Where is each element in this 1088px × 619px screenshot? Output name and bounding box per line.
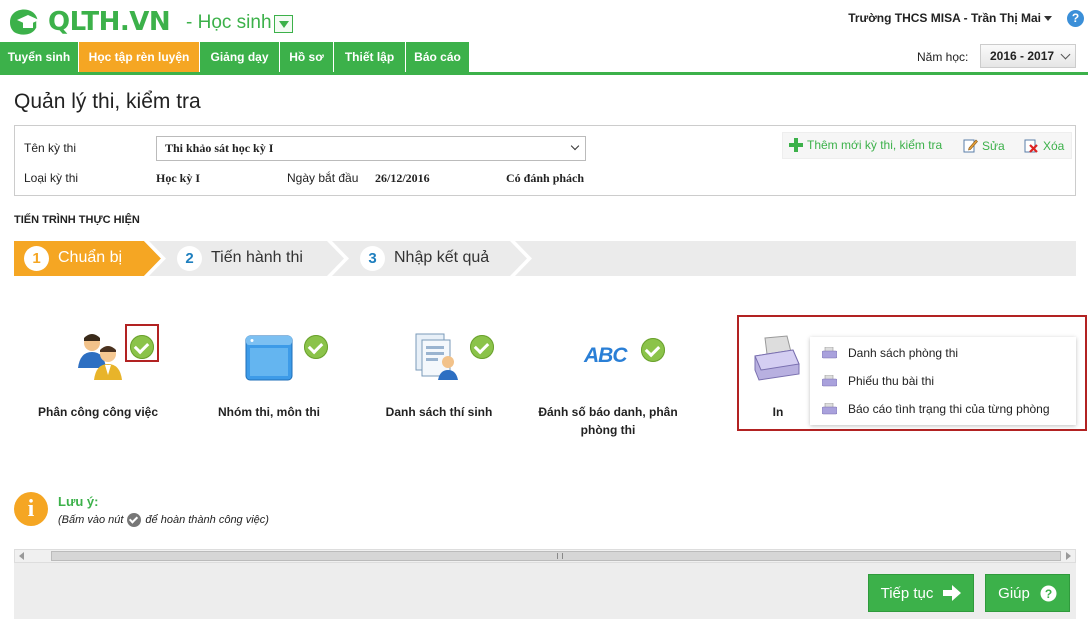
start-date-value: 26/12/2016 xyxy=(375,171,430,185)
complete-check-icon[interactable] xyxy=(470,335,494,359)
edit-exam-button[interactable]: Sửa xyxy=(963,138,1005,153)
question-circle-icon: ? xyxy=(1040,585,1057,601)
plus-icon xyxy=(789,138,803,152)
exam-info-panel: Tên kỳ thi Thi khảo sát học kỳ I Loại kỳ… xyxy=(14,125,1076,196)
nav-tab-thiet-lap[interactable]: Thiết lập xyxy=(334,42,406,72)
complete-check-icon[interactable] xyxy=(304,335,328,359)
chevron-down-icon xyxy=(570,141,580,151)
print-menu-item-room-status-report[interactable]: Báo cáo tình trạng thi của từng phòng xyxy=(822,402,1050,416)
logo[interactable]: QLTH.VN xyxy=(6,6,171,38)
note-text: (Bấm vào nút để hoàn thành công việc) xyxy=(58,513,269,527)
sealing-status: Có đánh phách xyxy=(506,171,585,185)
nav-tab-bao-cao[interactable]: Báo cáo xyxy=(406,42,470,72)
users-assign-icon[interactable] xyxy=(76,330,124,382)
exam-name-select[interactable]: Thi khảo sát học kỳ I xyxy=(156,136,586,161)
school-year-label: Năm học: xyxy=(917,50,969,64)
svg-text:?: ? xyxy=(1045,587,1052,601)
complete-check-icon[interactable] xyxy=(130,335,154,359)
scroll-left-arrow-icon[interactable] xyxy=(19,552,24,560)
exam-name-value: Thi khảo sát học kỳ I xyxy=(165,141,274,155)
page-title: Quản lý thi, kiểm tra xyxy=(14,90,201,113)
role-label: - Học sinh xyxy=(186,12,272,33)
nav-tab-giang-day[interactable]: Giảng dạy xyxy=(200,42,280,72)
brand-name: QLTH.VN xyxy=(48,7,171,37)
print-menu-label: Báo cáo tình trạng thi của từng phòng xyxy=(848,402,1050,416)
step-1-number: 1 xyxy=(24,246,49,271)
app-root: QLTH.VN - Học sinh Trường THCS MISA - Tr… xyxy=(0,0,1088,619)
user-menu[interactable]: Trường THCS MISA - Trần Thị Mai xyxy=(848,11,1052,25)
process-title: TIẾN TRÌNH THỰC HIỆN xyxy=(14,214,140,226)
print-menu-item-room-list[interactable]: Danh sách phòng thi xyxy=(822,346,958,360)
start-date-label: Ngày bắt đầu xyxy=(287,171,359,185)
exam-actions-toolbar: Thêm mới kỳ thi, kiểm tra Sửa Xóa xyxy=(782,132,1072,159)
continue-button[interactable]: Tiếp tục xyxy=(868,574,974,612)
task-numbering-label[interactable]: Đánh số báo danh, phân phòng thi xyxy=(532,403,684,439)
small-printer-icon xyxy=(822,402,837,414)
delete-exam-button[interactable]: Xóa xyxy=(1024,138,1064,153)
delete-exam-label: Xóa xyxy=(1043,138,1065,153)
note-text-before: (Bấm vào nút xyxy=(58,514,124,526)
student-list-icon[interactable] xyxy=(412,330,462,382)
step-2-number: 2 xyxy=(177,246,202,271)
delete-x-icon xyxy=(1024,139,1038,153)
note-title: Lưu ý: xyxy=(58,494,99,509)
nav-tab-hoc-tap-ren-luyen[interactable]: Học tập rèn luyện xyxy=(79,42,200,72)
task-print-label[interactable]: In xyxy=(763,403,793,421)
step-3-number: 3 xyxy=(360,246,385,271)
grip-icon xyxy=(557,553,563,559)
step-2-label[interactable]: Tiến hành thi xyxy=(211,249,303,267)
scroll-right-arrow-icon[interactable] xyxy=(1066,552,1071,560)
small-printer-icon xyxy=(822,346,837,358)
exam-name-label: Tên kỳ thi xyxy=(24,141,77,155)
step-3-label[interactable]: Nhập kết quả xyxy=(394,249,489,267)
print-menu: Danh sách phòng thi Phiếu thu bài thi Bá… xyxy=(810,337,1076,425)
stepper-chevrons xyxy=(14,241,532,276)
caret-down-icon xyxy=(1044,16,1052,22)
process-stepper: 1 Chuẩn bị 2 Tiến hành thi 3 Nhập kết qu… xyxy=(14,241,1076,276)
help-icon[interactable]: ? xyxy=(1067,10,1084,27)
exam-type-label: Loại kỳ thi xyxy=(24,171,79,185)
check-icon xyxy=(127,513,142,527)
edit-pencil-icon xyxy=(963,139,978,153)
print-menu-item-collection-form[interactable]: Phiếu thu bài thi xyxy=(822,374,934,388)
user-name: Trường THCS MISA - Trần Thị Mai xyxy=(848,11,1041,25)
school-year-select[interactable]: 2016 - 2017 xyxy=(980,44,1076,68)
step-divider xyxy=(327,241,349,276)
exam-type-value: Học kỳ I xyxy=(156,171,201,185)
nav-tab-tuyen-sinh[interactable]: Tuyển sinh xyxy=(0,42,79,72)
task-groups-label[interactable]: Nhóm thi, môn thi xyxy=(204,403,334,421)
abc-numbering-icon[interactable]: ABC xyxy=(584,344,627,368)
arrow-right-icon xyxy=(943,585,962,601)
complete-check-icon[interactable] xyxy=(641,338,665,362)
continue-label: Tiếp tục xyxy=(880,584,934,602)
edit-exam-label: Sửa xyxy=(982,138,1005,153)
print-menu-label: Danh sách phòng thi xyxy=(848,346,959,360)
note-text-after: để hoàn thành công việc) xyxy=(145,514,269,526)
task-assign-label[interactable]: Phân công công việc xyxy=(28,403,168,421)
print-menu-label: Phiếu thu bài thi xyxy=(848,374,935,388)
scrollbar-thumb[interactable] xyxy=(51,551,1061,561)
add-exam-button[interactable]: Thêm mới kỳ thi, kiểm tra xyxy=(789,138,942,152)
footer-bar: Tiếp tục Giúp ? xyxy=(14,563,1076,619)
role-dropdown-button[interactable] xyxy=(274,15,293,33)
help-button-label: Giúp xyxy=(998,584,1030,602)
window-groups-icon[interactable] xyxy=(244,334,294,382)
help-button[interactable]: Giúp ? xyxy=(985,574,1070,612)
step-divider xyxy=(510,241,532,276)
info-icon: i xyxy=(14,492,48,526)
add-exam-label: Thêm mới kỳ thi, kiểm tra xyxy=(807,138,943,152)
nav-tab-ho-so[interactable]: Hồ sơ xyxy=(280,42,334,72)
step-1-label[interactable]: Chuẩn bị xyxy=(58,249,122,267)
chevron-down-icon xyxy=(1060,49,1071,60)
task-students-label[interactable]: Danh sách thí sinh xyxy=(374,403,504,421)
horizontal-scrollbar[interactable] xyxy=(14,549,1076,563)
school-year-value: 2016 - 2017 xyxy=(990,49,1055,63)
header: QLTH.VN - Học sinh Trường THCS MISA - Tr… xyxy=(0,0,1088,42)
small-printer-icon xyxy=(822,374,837,386)
graduation-leaf-icon xyxy=(10,9,39,35)
printer-icon[interactable] xyxy=(753,334,801,382)
